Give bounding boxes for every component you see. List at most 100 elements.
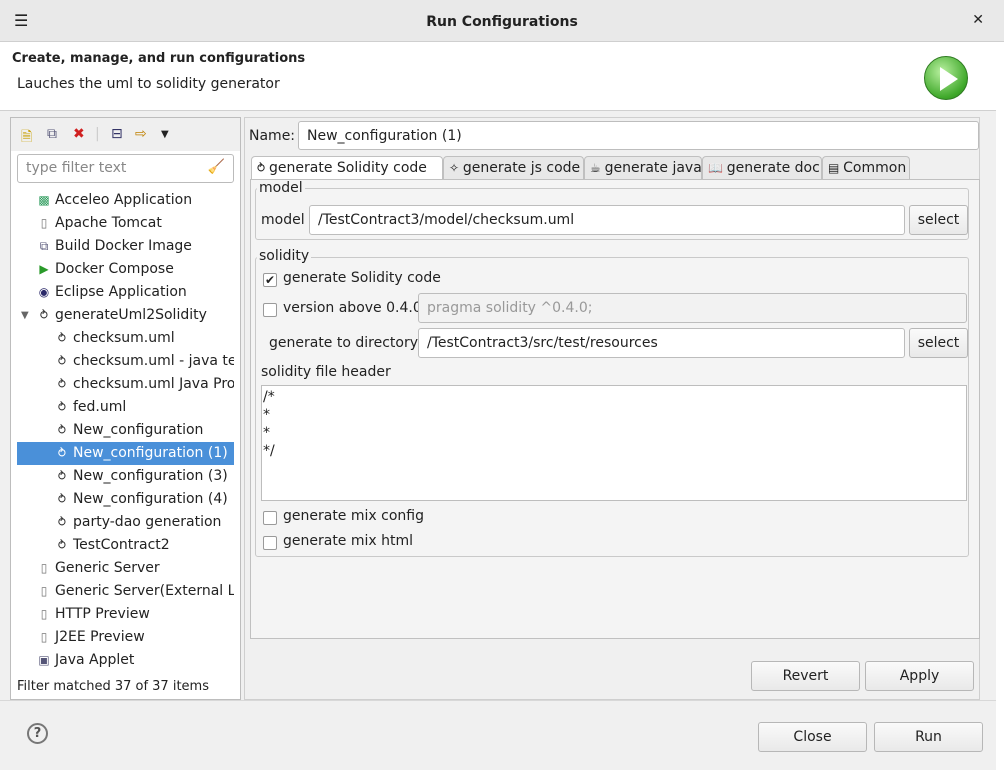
- file-header-textarea[interactable]: /* * * */: [261, 385, 967, 501]
- tab-generate-doc[interactable]: 📖 generate doc: [702, 156, 822, 180]
- tree-item-label: J2EE Preview: [55, 629, 145, 645]
- tree-item-label: checksum.uml - java test: [73, 353, 234, 369]
- tree-item[interactable]: ▩ Acceleo Application: [17, 189, 234, 212]
- tree-item[interactable]: ▯ Apache Tomcat: [17, 212, 234, 235]
- generate-solidity-label: generate Solidity code: [283, 270, 441, 286]
- applet-icon: ▣: [38, 653, 50, 667]
- version-above-checkbox[interactable]: [263, 303, 277, 317]
- filter-icon[interactable]: ⇨: [135, 126, 147, 142]
- docker-build-icon: ⧉: [39, 239, 49, 253]
- tab-label: generate java: [604, 160, 702, 176]
- run-button[interactable]: Run: [874, 722, 983, 752]
- tab-generate-solidity-code[interactable]: ⥁ generate Solidity code: [251, 156, 443, 181]
- tree-item[interactable]: ⥁ New_configuration (4): [17, 488, 234, 511]
- apply-button[interactable]: Apply: [865, 661, 974, 691]
- tab-common[interactable]: ▤ Common: [822, 156, 910, 180]
- filter-input[interactable]: type filter text 🧹: [17, 154, 234, 183]
- directory-label: generate to directory: [269, 335, 419, 351]
- tree-item[interactable]: ▣ Java Applet: [17, 649, 234, 672]
- clear-filter-icon[interactable]: 🧹: [208, 159, 225, 175]
- tab-bar: ⥁ generate Solidity code ✧ generate js co…: [251, 156, 911, 181]
- tab-label: generate doc: [726, 160, 820, 176]
- tree-item[interactable]: ⥁ checksum.uml: [17, 327, 234, 350]
- tree-item-label: generateUml2Solidity: [55, 307, 207, 323]
- tree-item[interactable]: ⥁ TestContract2: [17, 534, 234, 557]
- run-icon: ▶: [39, 262, 49, 276]
- tree-item-label: party-dao generation: [73, 514, 222, 530]
- revert-button[interactable]: Revert: [751, 661, 860, 691]
- tree-item[interactable]: ⥁ New_configuration (3): [17, 465, 234, 488]
- solidity-group-label: solidity: [257, 248, 312, 264]
- filter-placeholder: type filter text: [26, 160, 127, 176]
- header-description: Lauches the uml to solidity generator: [17, 76, 280, 92]
- book-icon: 📖: [708, 161, 727, 175]
- tree-item-label: TestContract2: [73, 537, 170, 553]
- tree-item-label: checksum.uml: [73, 330, 175, 346]
- tree-item[interactable]: ⥁ party-dao generation: [17, 511, 234, 534]
- tree-item-label: Generic Server(External La: [55, 583, 234, 599]
- tree-item-label: Acceleo Application: [55, 192, 193, 208]
- filter-status: Filter matched 37 of 37 items: [17, 679, 209, 694]
- tree-item[interactable]: ⧉ Build Docker Image: [17, 235, 234, 258]
- tab-label: generate Solidity code: [269, 160, 427, 176]
- delete-icon[interactable]: ✖: [73, 126, 85, 142]
- close-button[interactable]: Close: [758, 722, 867, 752]
- tree-item[interactable]: ⥁ New_configuration (1): [17, 442, 234, 465]
- tree-item-label: Build Docker Image: [55, 238, 192, 254]
- acceleo-icon: ▩: [38, 193, 50, 207]
- mix-config-checkbox[interactable]: [263, 511, 277, 525]
- tree-item[interactable]: ⥁ fed.uml: [17, 396, 234, 419]
- name-label: Name:: [249, 128, 296, 144]
- collapse-all-icon[interactable]: ⊟: [111, 126, 123, 142]
- tree-item-label: Eclipse Application: [55, 284, 187, 300]
- solidity-icon: ⥁: [39, 308, 49, 322]
- directory-select-button[interactable]: select: [909, 328, 968, 358]
- header-title: Create, manage, and run configurations: [12, 51, 306, 66]
- tree-item[interactable]: ◉ Eclipse Application: [17, 281, 234, 304]
- duplicate-icon[interactable]: ⧉: [47, 126, 57, 142]
- tab-generate-java[interactable]: ☕ generate java: [584, 156, 702, 180]
- model-input[interactable]: /TestContract3/model/checksum.uml: [309, 205, 905, 235]
- help-icon[interactable]: ?: [27, 723, 48, 744]
- tree-item[interactable]: ⥁ checksum.uml Java Proj: [17, 373, 234, 396]
- solidity-icon: ⥁: [57, 538, 67, 552]
- run-banner-icon: [924, 56, 968, 100]
- generate-solidity-checkbox[interactable]: ✔: [263, 273, 277, 287]
- tree-item-label: New_configuration (3): [73, 468, 228, 484]
- solidity-icon: ⥁: [57, 377, 67, 391]
- solidity-icon: ⥁: [57, 515, 67, 529]
- dialog-header: Create, manage, and run configurations L…: [0, 42, 996, 110]
- dropdown-icon[interactable]: ▼: [161, 129, 169, 140]
- tree-item-label: Docker Compose: [55, 261, 174, 277]
- directory-input[interactable]: /TestContract3/src/test/resources: [418, 328, 905, 358]
- server-icon: ▯: [40, 584, 48, 598]
- tree-item[interactable]: ⥁ checksum.uml - java test: [17, 350, 234, 373]
- name-input[interactable]: New_configuration (1): [298, 121, 979, 150]
- tree-item[interactable]: ▯ J2EE Preview: [17, 626, 234, 649]
- title-bar: ☰ Run Configurations ✕: [0, 0, 1004, 42]
- tree-item[interactable]: ▼ ⥁ generateUml2Solidity: [17, 304, 234, 327]
- tree-item[interactable]: ▯ HTTP Preview: [17, 603, 234, 626]
- tree-item[interactable]: ▯ Generic Server(External La: [17, 580, 234, 603]
- tree-item-label: New_configuration: [73, 422, 204, 438]
- tree-item-label: HTTP Preview: [55, 606, 150, 622]
- solidity-icon: ⥁: [57, 331, 67, 345]
- expand-arrow-icon[interactable]: ▼: [21, 304, 29, 327]
- tree-item[interactable]: ⥁ New_configuration: [17, 419, 234, 442]
- model-label: model: [261, 212, 305, 228]
- new-config-icon[interactable]: 🗎: [21, 126, 32, 150]
- model-select-button[interactable]: select: [909, 205, 968, 235]
- eclipse-icon: ◉: [38, 285, 50, 299]
- tree-item[interactable]: ▯ Generic Server: [17, 557, 234, 580]
- tree-item-label: fed.uml: [73, 399, 127, 415]
- solidity-icon: ⥁: [57, 423, 67, 437]
- pragma-input[interactable]: pragma solidity ^0.4.0;: [418, 293, 967, 323]
- mix-html-checkbox[interactable]: [263, 536, 277, 550]
- tree-item[interactable]: ▶ Docker Compose: [17, 258, 234, 281]
- version-above-label: version above 0.4.0: [283, 300, 422, 316]
- model-group-label: model: [257, 180, 305, 196]
- dialog-footer: ? Close Run: [0, 700, 996, 770]
- tab-generate-js-code[interactable]: ✧ generate js code: [443, 156, 584, 180]
- close-icon[interactable]: ✕: [972, 12, 984, 28]
- solidity-icon: ⥁: [57, 469, 67, 483]
